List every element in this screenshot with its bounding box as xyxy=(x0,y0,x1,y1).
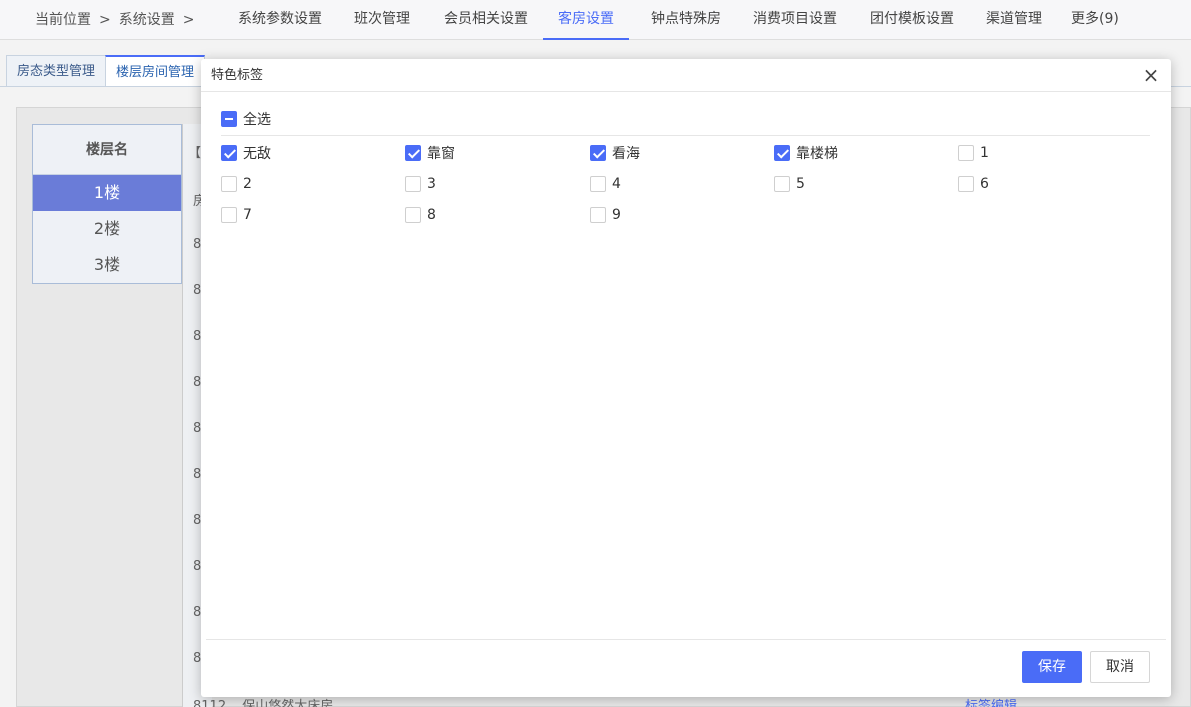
breadcrumb-section[interactable]: 系统设置 xyxy=(119,12,175,28)
tag-label: 3 xyxy=(427,176,436,192)
tag-checkbox[interactable]: 1 xyxy=(958,144,989,162)
feature-tags-dialog: 特色标签 × 全选 无敌 靠窗 看海 靠楼梯 1 2 3 4 5 6 7 8 9… xyxy=(201,59,1171,697)
checkbox-checked-icon xyxy=(590,145,606,161)
dialog-title: 特色标签 xyxy=(211,68,264,83)
breadcrumb-label: 当前位置 xyxy=(35,12,91,28)
breadcrumb-separator: > xyxy=(182,12,195,28)
subtab-floor-rooms[interactable]: 楼层房间管理 xyxy=(105,55,205,87)
select-all-checkbox[interactable]: 全选 xyxy=(221,110,271,128)
tag-label: 1 xyxy=(980,145,989,161)
checkbox-checked-icon xyxy=(405,145,421,161)
tag-label: 靠楼梯 xyxy=(796,146,838,162)
tab-room-settings[interactable]: 客房设置 xyxy=(543,0,629,40)
select-all-label: 全选 xyxy=(243,112,271,128)
checkbox-empty-icon xyxy=(221,207,237,223)
floor-item-3[interactable]: 3楼 xyxy=(33,247,181,283)
tag-label: 靠窗 xyxy=(427,146,455,162)
tag-label: 5 xyxy=(796,176,805,192)
checkbox-checked-icon xyxy=(221,145,237,161)
tab-shift-management[interactable]: 班次管理 xyxy=(354,0,410,40)
floor-item-2[interactable]: 2楼 xyxy=(33,211,181,247)
tag-checkbox[interactable]: 4 xyxy=(590,175,621,193)
breadcrumb-separator: > xyxy=(99,12,111,28)
checkbox-empty-icon xyxy=(590,207,606,223)
close-icon[interactable]: × xyxy=(1141,65,1161,85)
checkbox-indeterminate-icon xyxy=(221,111,237,127)
save-button[interactable]: 保存 xyxy=(1022,651,1082,683)
tag-checkbox[interactable]: 9 xyxy=(590,206,621,224)
tab-channel-management[interactable]: 渠道管理 xyxy=(986,0,1042,40)
checkbox-checked-icon xyxy=(774,145,790,161)
tag-label: 无敌 xyxy=(243,146,271,162)
tag-label: 9 xyxy=(612,207,621,223)
tag-checkbox[interactable]: 5 xyxy=(774,175,805,193)
tag-label: 7 xyxy=(243,207,252,223)
tag-label: 8 xyxy=(427,207,436,223)
tab-consumption-items[interactable]: 消费项目设置 xyxy=(753,0,837,40)
checkbox-empty-icon xyxy=(958,176,974,192)
tag-label: 看海 xyxy=(612,146,640,162)
checkbox-empty-icon xyxy=(405,207,421,223)
tag-checkbox[interactable]: 2 xyxy=(221,175,252,193)
room-table-header-glyph: 【 xyxy=(188,146,202,161)
checkbox-empty-icon xyxy=(405,176,421,192)
tag-checkbox[interactable]: 6 xyxy=(958,175,989,193)
dialog-footer-divider xyxy=(206,639,1166,640)
tab-group-pay-templates[interactable]: 团付模板设置 xyxy=(870,0,954,40)
tag-label: 2 xyxy=(243,176,252,192)
tab-member-settings[interactable]: 会员相关设置 xyxy=(444,0,528,40)
checkbox-empty-icon xyxy=(774,176,790,192)
tag-checkbox[interactable]: 7 xyxy=(221,206,252,224)
tag-checkbox[interactable]: 无敌 xyxy=(221,144,271,162)
top-nav-bar: 当前位置 > 系统设置 > 系统参数设置 班次管理 会员相关设置 客房设置 钟点特殊房… xyxy=(0,0,1191,40)
checkbox-empty-icon xyxy=(590,176,606,192)
select-all-divider xyxy=(221,135,1150,136)
tag-label: 6 xyxy=(980,176,989,192)
tag-label: 4 xyxy=(612,176,621,192)
subtab-room-status-types[interactable]: 房态类型管理 xyxy=(6,55,106,87)
floor-list-header: 楼层名 xyxy=(33,125,181,175)
room-type: 保山悠然大床房 xyxy=(242,699,334,707)
checkbox-empty-icon xyxy=(221,176,237,192)
tab-hourly-rooms[interactable]: 钟点特殊房 xyxy=(651,0,721,40)
floor-list: 楼层名 1楼 2楼 3楼 xyxy=(32,124,182,284)
checkbox-empty-icon xyxy=(958,145,974,161)
tag-checkbox[interactable]: 3 xyxy=(405,175,436,193)
room-number: 8112 xyxy=(193,699,227,707)
breadcrumb: 当前位置 > 系统设置 > xyxy=(35,0,202,40)
cancel-button[interactable]: 取消 xyxy=(1090,651,1150,683)
dialog-header: 特色标签 × xyxy=(201,59,1171,92)
floor-item-1[interactable]: 1楼 xyxy=(33,175,181,211)
tag-checkbox[interactable]: 靠楼梯 xyxy=(774,144,838,162)
tag-checkbox[interactable]: 看海 xyxy=(590,144,640,162)
tab-more[interactable]: 更多(9) xyxy=(1071,0,1119,40)
tag-checkbox[interactable]: 靠窗 xyxy=(405,144,455,162)
tag-checkbox[interactable]: 8 xyxy=(405,206,436,224)
tab-system-params[interactable]: 系统参数设置 xyxy=(238,0,322,40)
